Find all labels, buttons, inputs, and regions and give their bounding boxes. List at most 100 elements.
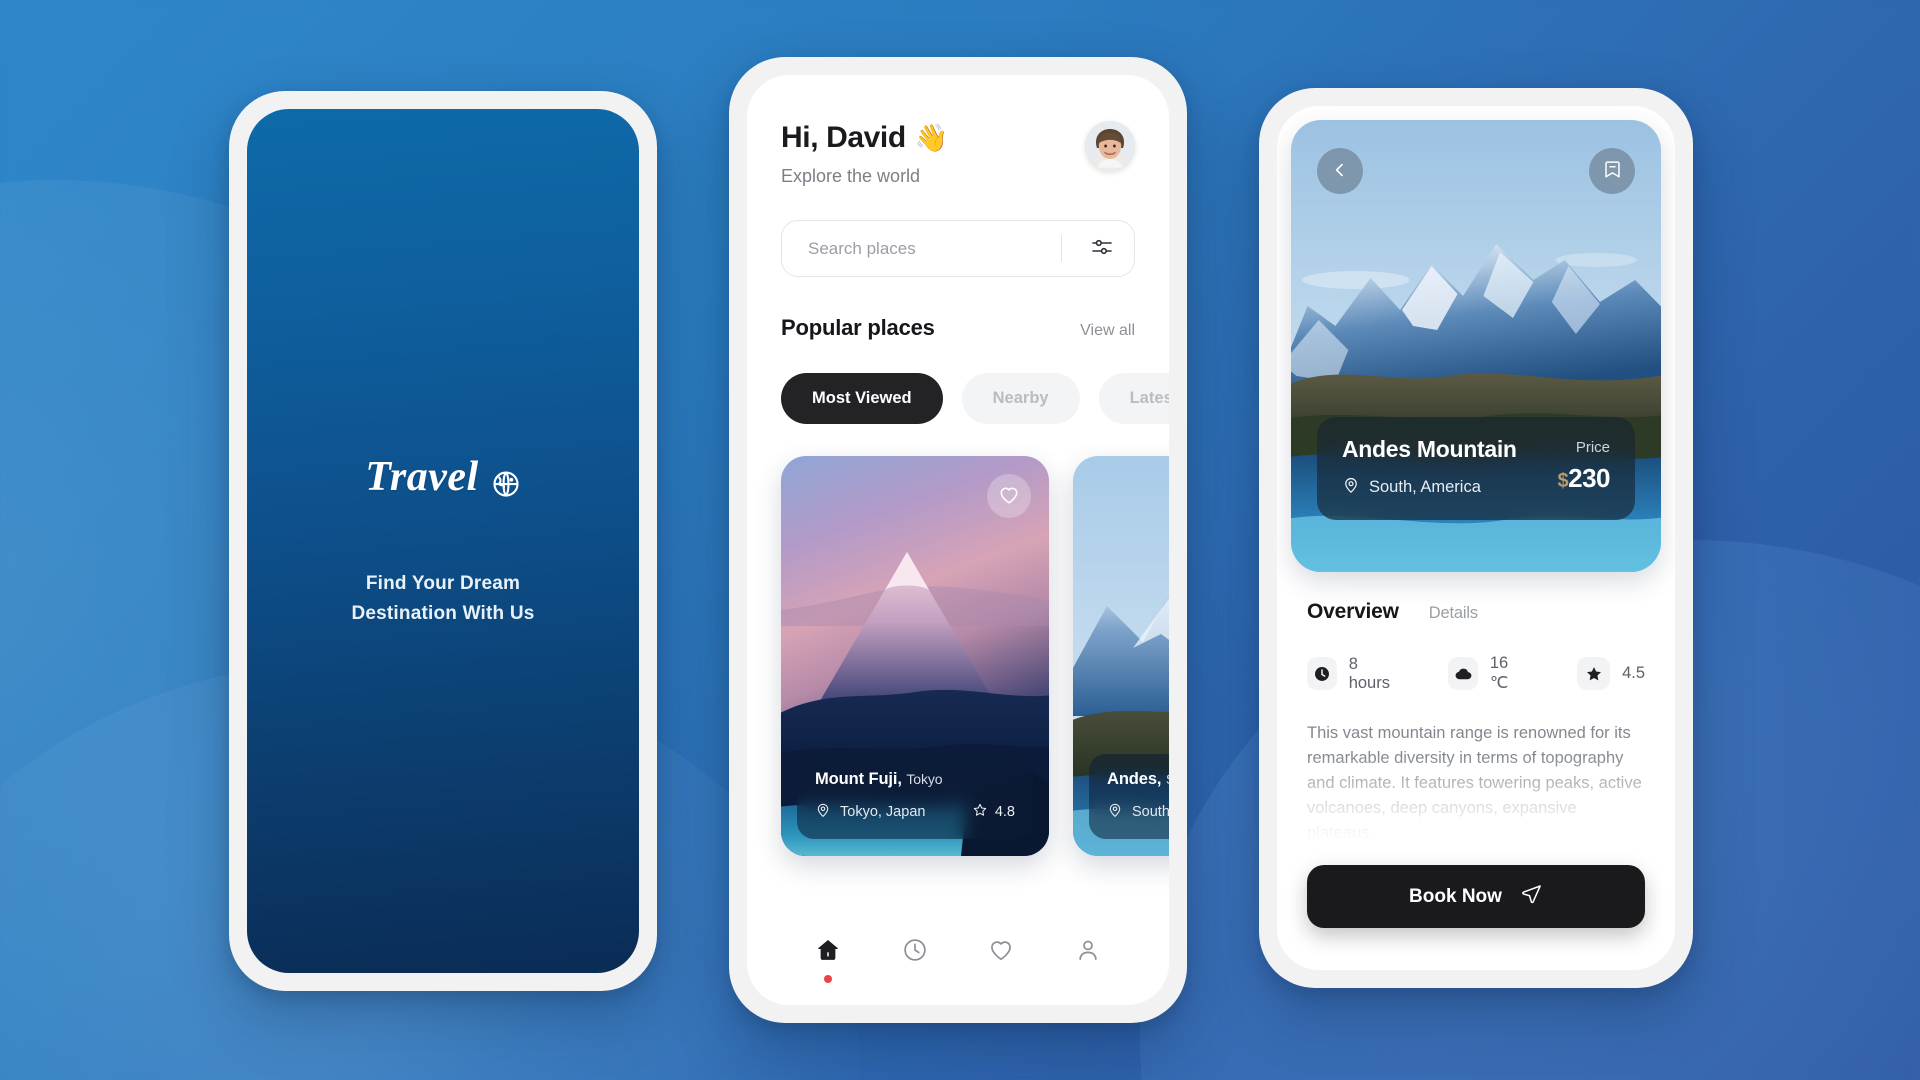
filter-button[interactable] (1082, 229, 1122, 269)
heart-icon (998, 484, 1020, 509)
splash-screen: Travel Find Your Dream Destination With … (247, 109, 639, 973)
tab-overview[interactable]: Overview (1307, 600, 1399, 624)
place-card-title: Mount Fuji, Tokyo (815, 770, 1015, 789)
place-card-location-text: Tokyo, Japan (840, 804, 926, 820)
splash-content: Travel Find Your Dream Destination With … (247, 109, 639, 973)
place-card-info: Andes, South So (1089, 754, 1169, 839)
clock-icon (1307, 657, 1337, 690)
star-icon (1577, 657, 1611, 690)
price-currency: $ (1557, 470, 1569, 492)
phone-splash: Travel Find Your Dream Destination With … (229, 91, 657, 991)
tab-favorites[interactable] (988, 937, 1014, 983)
chevron-left-icon (1330, 160, 1350, 183)
tab-profile[interactable] (1075, 937, 1101, 983)
description-section: This vast mountain range is renowned for… (1307, 721, 1645, 843)
place-card-list: Mount Fuji, Tokyo Tokyo, Japan 4.8 Andes… (747, 456, 1169, 856)
book-now-label: Book Now (1409, 885, 1502, 907)
avatar[interactable] (1085, 121, 1135, 171)
stat-weather: 16 ℃ (1448, 654, 1527, 693)
greeting-text: Hi, David (781, 121, 906, 154)
splash-tagline: Find Your Dream Destination With Us (351, 569, 534, 629)
place-card-location: South, A (1107, 802, 1169, 822)
place-card-subname: Tokyo (906, 771, 943, 787)
location-pin-icon (1107, 802, 1123, 822)
place-card-location-text: South, A (1132, 804, 1169, 820)
hero-info-left: Andes Mountain South, America (1342, 436, 1517, 499)
stat-duration: 8 hours (1307, 654, 1398, 693)
greeting-row: Hi, David 👋 Explore the world (781, 121, 1135, 187)
detail-content: Andes Mountain South, America Price $230… (1277, 106, 1675, 970)
place-location: South, America (1342, 476, 1517, 499)
chip-latest[interactable]: Latest (1098, 373, 1169, 424)
price-label: Price (1575, 439, 1610, 456)
detail-stats: 8 hours 16 ℃ 4.5 (1307, 654, 1645, 693)
view-all-link[interactable]: View all (1080, 322, 1135, 340)
stat-rating: 4.5 (1577, 654, 1645, 693)
phone-detail: Andes Mountain South, America Price $230… (1259, 88, 1693, 988)
tab-home[interactable] (815, 937, 841, 983)
location-pin-icon (815, 802, 831, 822)
chip-most-viewed[interactable]: Most Viewed (781, 373, 943, 424)
place-card-title: Andes, South (1107, 770, 1169, 789)
like-button[interactable] (987, 474, 1031, 518)
phone-home: Hi, David 👋 Explore the world Search pla… (729, 57, 1187, 1023)
search-input[interactable] (808, 238, 1061, 259)
greeting-subtitle: Explore the world (781, 166, 921, 186)
tab-active-dot (824, 975, 833, 983)
stat-weather-value: 16 ℃ (1489, 654, 1509, 692)
place-card-subname: South (1166, 771, 1169, 787)
globe-icon (491, 462, 521, 497)
avatar-image (1085, 121, 1135, 171)
place-card[interactable]: Andes, South So (1073, 456, 1169, 856)
location-pin-icon (1342, 476, 1360, 499)
app-logo-text: Travel (365, 453, 479, 500)
splash-tagline-line2: Destination With Us (351, 603, 535, 624)
send-icon (1520, 882, 1543, 911)
bottom-tab-bar (747, 915, 1169, 1005)
place-title: Andes Mountain (1342, 436, 1517, 462)
person-icon (1075, 937, 1101, 966)
detail-segments: Overview Details (1307, 600, 1645, 624)
star-icon (972, 802, 988, 822)
greeting-block: Hi, David 👋 Explore the world (781, 121, 948, 187)
back-button[interactable] (1317, 148, 1363, 194)
filter-chips: Most Viewed Nearby Latest (747, 373, 1169, 424)
tab-history[interactable] (902, 937, 928, 983)
tab-details[interactable]: Details (1429, 604, 1478, 623)
place-card-rating-value: 4.8 (994, 804, 1015, 820)
sliders-icon (1090, 235, 1114, 262)
clock-icon (902, 937, 928, 966)
place-card-info: Mount Fuji, Tokyo Tokyo, Japan 4.8 (797, 754, 1033, 839)
page-title: Hi, David 👋 (781, 121, 948, 155)
price-value: $230 (1557, 463, 1610, 494)
place-card-meta: Tokyo, Japan 4.8 (815, 802, 1015, 822)
place-card-rating: 4.8 (972, 802, 1015, 822)
bookmark-icon (1602, 159, 1623, 183)
chip-nearby[interactable]: Nearby (961, 373, 1080, 424)
stat-rating-value: 4.5 (1622, 664, 1645, 682)
place-card[interactable]: Mount Fuji, Tokyo Tokyo, Japan 4.8 (781, 456, 1049, 856)
place-card-meta: South, A (1107, 802, 1169, 822)
detail-screen: Andes Mountain South, America Price $230… (1277, 106, 1675, 970)
place-card-name: Andes, (1107, 770, 1162, 788)
waving-hand-icon: 👋 (914, 122, 949, 153)
home-header: Hi, David 👋 Explore the world Search pla… (747, 75, 1169, 341)
place-card-name: Mount Fuji, (815, 770, 902, 788)
home-screen: Hi, David 👋 Explore the world Search pla… (747, 75, 1169, 1005)
search-bar[interactable] (781, 220, 1135, 277)
home-content: Hi, David 👋 Explore the world Search pla… (747, 75, 1169, 1005)
section-title: Popular places (781, 315, 935, 340)
price-amount: 230 (1568, 463, 1610, 493)
description-text: This vast mountain range is renowned for… (1307, 724, 1642, 843)
heart-icon (988, 937, 1014, 966)
hero-info-card: Andes Mountain South, America Price $230 (1317, 417, 1635, 520)
bookmark-button[interactable] (1589, 148, 1635, 194)
cloud-icon (1448, 657, 1478, 690)
book-now-button[interactable]: Book Now (1307, 865, 1645, 928)
home-icon (815, 937, 841, 966)
search-divider (1060, 235, 1062, 262)
section-header: Popular places View all (781, 315, 1135, 341)
detail-body: Overview Details 8 hours 16 ℃ 4.5 This v… (1291, 572, 1661, 970)
hero-image-section: Andes Mountain South, America Price $230 (1291, 120, 1661, 572)
price-block: Price $230 (1557, 436, 1610, 494)
